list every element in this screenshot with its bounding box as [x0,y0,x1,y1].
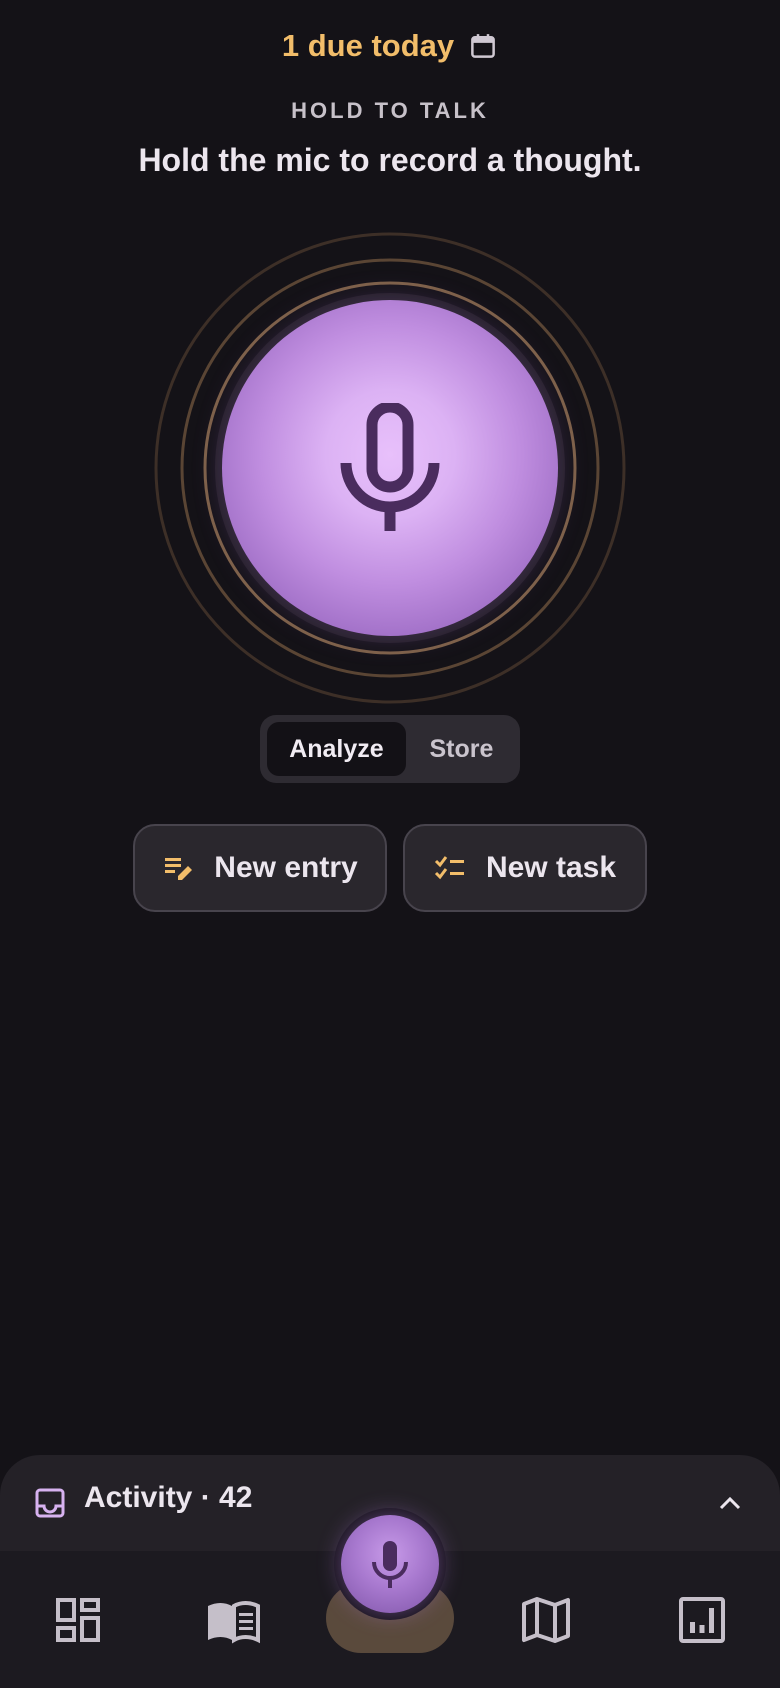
nav-map[interactable] [518,1592,574,1648]
fab-mic-surface [341,1515,439,1613]
activity-label: Activity · 42 [84,1481,253,1514]
mode-analyze-button[interactable]: Analyze [267,722,406,776]
new-task-label: New task [485,851,617,884]
new-entry-label: New entry [214,851,358,884]
chevron-up-icon [719,1496,741,1510]
record-mic-button[interactable] [222,300,558,636]
nav-record-fab[interactable] [334,1508,446,1620]
new-task-button[interactable]: New task [403,824,647,912]
analytics-icon [679,1597,725,1643]
nav-analytics[interactable] [674,1592,730,1648]
edit-note-icon [165,858,193,880]
dashboard-icon [56,1598,100,1642]
due-today-indicator[interactable]: 1 due today [0,28,780,64]
checklist-icon [434,856,464,880]
page-headline: Hold the mic to record a thought. [138,142,642,178]
mode-toggle: Analyze Store [260,715,520,783]
mode-store-button[interactable]: Store [410,722,513,776]
nav-journal[interactable] [205,1592,261,1648]
book-icon [208,1601,260,1644]
due-today-label: 1 due today [281,28,455,63]
mic-icon [340,403,440,531]
new-entry-button[interactable]: New entry [133,824,387,912]
calendar-icon [471,34,495,58]
hold-to-talk-label: HOLD TO TALK [291,98,489,123]
map-icon [522,1597,570,1643]
nav-dashboard[interactable] [50,1592,106,1648]
mic-icon [372,1541,408,1588]
inbox-icon [35,1488,65,1518]
